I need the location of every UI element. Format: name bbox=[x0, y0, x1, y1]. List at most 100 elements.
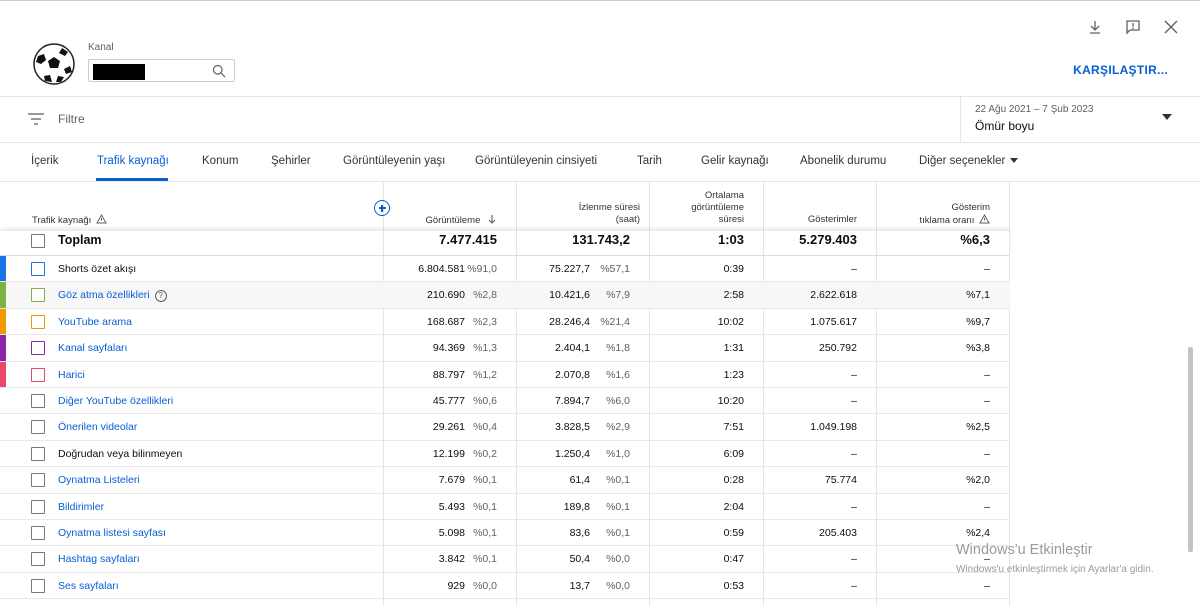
tab-geography[interactable]: Konum bbox=[202, 155, 238, 167]
vertical-scrollbar[interactable] bbox=[1188, 347, 1193, 552]
column-header-watch-time[interactable]: İzlenme süresi (saat) bbox=[579, 202, 640, 226]
row-views-percent: %0,1 bbox=[473, 500, 497, 513]
row-checkbox[interactable] bbox=[31, 341, 45, 356]
tab-content[interactable]: İçerik bbox=[31, 155, 58, 167]
table-row[interactable]: Kanal sayfaları 94.369 %1,3 2.404,1 %1,8 1:31… bbox=[0, 335, 1010, 362]
tab-date[interactable]: Tarih bbox=[637, 155, 662, 167]
row-source-name[interactable]: YouTube arama bbox=[58, 316, 132, 328]
feedback-icon[interactable] bbox=[1124, 18, 1142, 36]
tab-cities[interactable]: Şehirler bbox=[271, 155, 311, 167]
row-source-name[interactable]: Hashtag sayfaları bbox=[58, 553, 140, 565]
row-impressions: – bbox=[851, 579, 857, 592]
active-tab-indicator bbox=[96, 178, 168, 181]
sort-down-icon[interactable] bbox=[487, 214, 497, 224]
row-views-percent: %0,1 bbox=[473, 553, 497, 566]
table-row[interactable]: Oynatma listesi sayfası 5.098 %0,1 83,6 %0,1… bbox=[0, 520, 1010, 547]
total-checkbox[interactable] bbox=[31, 234, 45, 248]
add-metric-icon[interactable] bbox=[374, 200, 390, 216]
filter-input[interactable]: Filtre bbox=[58, 112, 85, 126]
tab-traffic-source[interactable]: Trafik kaynağı bbox=[97, 155, 169, 167]
channel-search-box[interactable] bbox=[88, 59, 235, 82]
column-header-avg-duration[interactable]: Ortalama görüntüleme süresi bbox=[691, 190, 744, 226]
dimension-tabs: İçerik Trafik kaynağı Konum Şehirler Gör… bbox=[0, 143, 1200, 182]
column-header-views[interactable]: Görüntüleme bbox=[425, 214, 497, 227]
row-checkbox[interactable] bbox=[31, 499, 45, 514]
download-icon[interactable] bbox=[1086, 18, 1104, 36]
row-checkbox[interactable] bbox=[31, 446, 45, 461]
row-checkbox[interactable] bbox=[31, 552, 45, 567]
row-source-name[interactable]: Bildirimler bbox=[58, 501, 104, 513]
table-row[interactable]: Hashtag sayfaları 3.842 %0,1 50,4 %0,0 0:47– – bbox=[0, 546, 1010, 573]
row-source-name[interactable]: Diğer YouTube özellikleri bbox=[58, 395, 173, 407]
channel-name-redacted bbox=[93, 64, 145, 80]
row-checkbox[interactable] bbox=[31, 288, 45, 303]
tab-more-options[interactable]: Diğer seçenekler bbox=[919, 155, 1019, 167]
row-views-percent: %0,0 bbox=[473, 579, 497, 592]
row-source-name[interactable]: Oynatma listesi sayfası bbox=[58, 527, 166, 539]
row-watch-time-percent: %2,9 bbox=[606, 421, 630, 434]
row-watch-time-percent: %21,4 bbox=[600, 315, 630, 328]
close-icon[interactable] bbox=[1162, 18, 1180, 36]
tab-viewer-age[interactable]: Görüntüleyenin yaşı bbox=[343, 155, 445, 167]
dropdown-caret-icon[interactable] bbox=[1162, 114, 1172, 120]
row-checkbox[interactable] bbox=[31, 526, 45, 540]
row-ctr: %2,5 bbox=[966, 421, 990, 434]
row-watch-time: 83,6 bbox=[569, 527, 590, 539]
row-checkbox[interactable] bbox=[31, 420, 45, 435]
row-source-name[interactable]: Kanal sayfaları bbox=[58, 342, 127, 354]
row-source-label: Harici bbox=[58, 368, 85, 381]
row-source-name[interactable]: Harici bbox=[58, 369, 85, 381]
table-row[interactable]: Shorts özet akışı 6.804.581 %91,0 75.227,7%… bbox=[0, 256, 1010, 283]
row-source-name: Shorts özet akışı bbox=[58, 263, 136, 275]
date-range-selector[interactable]: 22 Ağu 2021 – 7 Şub 2023 Ömür boyu bbox=[960, 97, 1184, 143]
row-checkbox[interactable] bbox=[31, 367, 45, 382]
filter-icon[interactable] bbox=[27, 112, 45, 126]
row-source-label: Shorts özet akışı bbox=[58, 263, 137, 275]
column-header-source[interactable]: Trafik kaynağı bbox=[32, 213, 107, 227]
activation-watermark-text: Windows'u etkinleştirmek için Ayarlar'a … bbox=[956, 564, 1154, 575]
row-watch-time: 189,8 bbox=[563, 500, 590, 513]
row-checkbox[interactable] bbox=[31, 262, 45, 276]
row-checkbox[interactable] bbox=[31, 394, 45, 408]
row-source-name[interactable]: Ses sayfaları bbox=[58, 580, 119, 592]
row-impressions: 1.049.198 bbox=[810, 421, 857, 434]
column-header-ctr[interactable]: Gösterim tıklama oranı bbox=[919, 202, 990, 227]
table-row[interactable]: Doğrudan veya bilinmeyen 12.199 %0,2 1.250,… bbox=[0, 441, 1010, 468]
row-checkbox[interactable] bbox=[31, 314, 45, 329]
total-views: 7.477.415 bbox=[439, 232, 497, 247]
table-row[interactable]: Harici 88.797 %1,2 2.070,8 %1,6 1:23 – – bbox=[0, 361, 1010, 388]
row-views: 168.687 bbox=[427, 315, 465, 328]
table-row[interactable]: Göz atma özellikleri? 210.690 %2,8 10.421,6… bbox=[0, 282, 1010, 309]
row-checkbox[interactable] bbox=[31, 578, 45, 593]
help-icon[interactable]: ? bbox=[154, 289, 167, 302]
compare-button[interactable]: KARŞILAŞTIR... bbox=[1073, 63, 1168, 77]
table-header: Trafik kaynağı Görüntüleme İzlenme süres… bbox=[0, 182, 1010, 231]
row-watch-time-percent: %0,0 bbox=[606, 553, 630, 566]
row-watch-time: 2.070,8 bbox=[554, 368, 590, 381]
total-avg-duration: 1:03 bbox=[717, 232, 744, 247]
table-row[interactable]: Ses sayfaları 929 %0,0 13,7 %0,0 0:53 – – bbox=[0, 573, 1010, 600]
row-source-name[interactable]: Oynatma Listeleri bbox=[58, 474, 140, 486]
row-watch-time: 13,7 bbox=[569, 579, 590, 592]
row-source-name[interactable]: Göz atma özellikleri? bbox=[58, 289, 167, 302]
column-header-views-label: Görüntüleme bbox=[425, 215, 481, 226]
row-views-percent: %1,3 bbox=[473, 342, 497, 355]
row-source-name[interactable]: Önerilen videolar bbox=[58, 421, 137, 433]
tab-revenue-source[interactable]: Gelir kaynağı bbox=[701, 155, 769, 167]
table-row[interactable]: Oynatma Listeleri 7.679 %0,1 61,4 %0,1 0:28 75… bbox=[0, 467, 1010, 494]
table-row[interactable]: Diğer YouTube özellikleri 45.777 %0,6 7.894… bbox=[0, 388, 1010, 415]
column-header-impressions[interactable]: Gösterimler bbox=[808, 214, 857, 226]
series-color-bar bbox=[0, 361, 6, 387]
table-row[interactable]: Önerilen videolar 29.261 %0,4 3.828,5 %2,9 7:… bbox=[0, 414, 1010, 441]
search-icon[interactable] bbox=[212, 64, 226, 78]
row-ctr: – bbox=[984, 579, 990, 592]
table-row[interactable]: YouTube arama 168.687 %2,3 28.246,4 %21,4 10:… bbox=[0, 308, 1010, 336]
row-avg-duration: 1:31 bbox=[723, 342, 744, 355]
row-checkbox[interactable] bbox=[31, 473, 45, 488]
tab-subscription-status[interactable]: Abonelik durumu bbox=[800, 155, 886, 167]
top-icons bbox=[1086, 18, 1180, 36]
row-avg-duration: 10:02 bbox=[717, 315, 744, 328]
row-watch-time: 3.828,5 bbox=[554, 421, 590, 434]
tab-viewer-gender[interactable]: Görüntüleyenin cinsiyeti bbox=[475, 155, 597, 167]
table-row[interactable]: Bildirimler 5.493 %0,1 189,8 %0,1 2:04 – – bbox=[0, 494, 1010, 520]
